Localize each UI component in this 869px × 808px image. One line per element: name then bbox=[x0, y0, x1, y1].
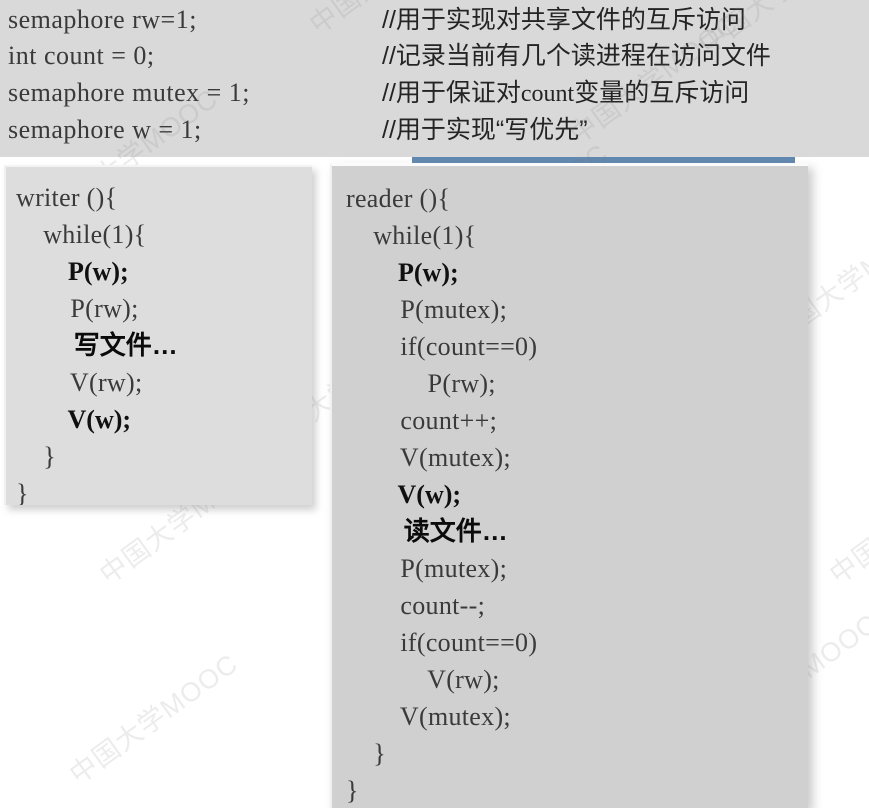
declarations-header: semaphore rw=1; //用于实现对共享文件的互斥访问 int coun… bbox=[0, 0, 869, 157]
declaration-row: semaphore w = 1; //用于实现“写优先” bbox=[8, 112, 869, 148]
reader-line: count++; bbox=[346, 406, 498, 435]
reader-code-block: reader (){ while(1){ P(w); P(mutex); if(… bbox=[330, 163, 808, 808]
reader-line: V(mutex); bbox=[346, 443, 511, 472]
declaration-comment: //用于实现“写优先” bbox=[382, 112, 588, 149]
declaration-row: semaphore mutex = 1; //用于保证对count变量的互斥访问 bbox=[8, 75, 869, 111]
writer-line: V(w); bbox=[16, 405, 132, 434]
reader-line: V(mutex); bbox=[346, 702, 511, 731]
writer-code-lines: writer (){ while(1){ P(w); P(rw); 写文件… V… bbox=[6, 167, 312, 505]
writer-line: while(1){ bbox=[16, 220, 147, 249]
comment-prefix: //用于实现对共享文件的互斥访问 bbox=[382, 6, 746, 34]
comment-mono: count bbox=[520, 81, 575, 107]
reader-line: V(rw); bbox=[346, 665, 500, 694]
comment-prefix: //记录当前有几个读进程在访问文件 bbox=[382, 42, 771, 70]
writer-line: P(w); bbox=[16, 257, 129, 286]
writer-line: 写文件… bbox=[16, 330, 178, 360]
declaration-comment: //用于实现对共享文件的互斥访问 bbox=[382, 2, 746, 39]
reader-line: while(1){ bbox=[346, 221, 477, 250]
reader-line: } bbox=[346, 739, 386, 768]
reader-line: P(mutex); bbox=[346, 554, 508, 583]
writer-code-block: writer (){ while(1){ P(w); P(rw); 写文件… V… bbox=[4, 165, 312, 505]
declaration-row: int count = 0; //记录当前有几个读进程在访问文件 bbox=[8, 38, 869, 74]
reader-line: P(rw); bbox=[346, 369, 496, 398]
writer-line: } bbox=[16, 442, 56, 471]
comment-prefix: //用于保证对 bbox=[382, 79, 521, 107]
declaration-code: semaphore w = 1; bbox=[8, 115, 202, 144]
watermark-text: 中国大学MOOC bbox=[824, 448, 869, 590]
declaration-code: int count = 0; bbox=[8, 41, 155, 70]
reader-line: 读文件… bbox=[346, 516, 508, 546]
reader-line: if(count==0) bbox=[346, 332, 538, 361]
declaration-comment: //记录当前有几个读进程在访问文件 bbox=[382, 38, 771, 75]
declaration-code: semaphore mutex = 1; bbox=[8, 78, 250, 107]
comment-prefix: //用于实现“写优先” bbox=[382, 116, 588, 144]
reader-line: } bbox=[346, 776, 359, 805]
declaration-code: semaphore rw=1; bbox=[8, 5, 197, 34]
comment-suffix: 变量的互斥访问 bbox=[574, 79, 750, 107]
watermark-text: 中国大学MOOC bbox=[64, 648, 244, 790]
writer-line: P(rw); bbox=[16, 294, 139, 323]
reader-line: if(count==0) bbox=[346, 628, 538, 657]
reader-line: P(w); bbox=[346, 258, 459, 287]
declaration-row: semaphore rw=1; //用于实现对共享文件的互斥访问 bbox=[8, 2, 869, 38]
reader-line: reader (){ bbox=[346, 184, 451, 213]
writer-line: V(rw); bbox=[16, 368, 143, 397]
reader-line: V(w); bbox=[346, 480, 462, 509]
declaration-comment: //用于保证对count变量的互斥访问 bbox=[382, 75, 749, 112]
reader-code-lines: reader (){ while(1){ P(w); P(mutex); if(… bbox=[332, 166, 808, 808]
reader-line: P(mutex); bbox=[346, 295, 508, 324]
writer-line: } bbox=[16, 479, 29, 505]
reader-line: count--; bbox=[346, 591, 486, 620]
writer-line: writer (){ bbox=[16, 183, 118, 212]
